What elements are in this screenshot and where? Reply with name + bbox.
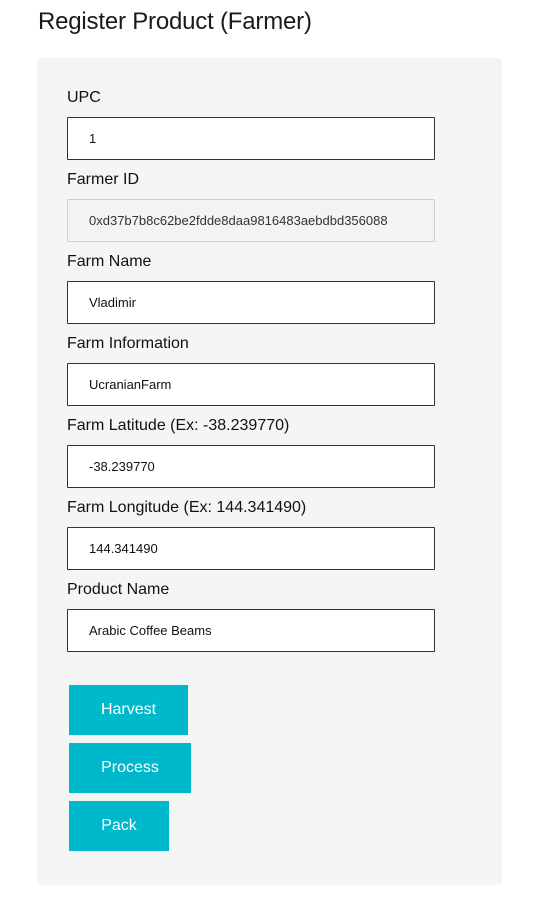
upc-label: UPC bbox=[67, 89, 101, 106]
farmer-id-label: Farmer ID bbox=[67, 171, 139, 188]
farm-information-label: Farm Information bbox=[67, 335, 189, 352]
farm-latitude-input[interactable] bbox=[67, 445, 435, 488]
farm-name-input[interactable] bbox=[67, 281, 435, 324]
upc-input[interactable] bbox=[67, 117, 435, 160]
farm-information-input[interactable] bbox=[67, 363, 435, 406]
product-name-input[interactable] bbox=[67, 609, 435, 652]
farmer-id-input[interactable] bbox=[67, 199, 435, 242]
page-title: Register Product (Farmer) bbox=[38, 8, 312, 35]
pack-button[interactable]: Pack bbox=[69, 801, 169, 851]
harvest-button[interactable]: Harvest bbox=[69, 685, 188, 735]
product-name-label: Product Name bbox=[67, 581, 170, 598]
farm-longitude-input[interactable] bbox=[67, 527, 435, 570]
farm-latitude-label: Farm Latitude (Ex: -38.239770) bbox=[67, 417, 290, 434]
farm-name-label: Farm Name bbox=[67, 253, 152, 270]
farm-longitude-label: Farm Longitude (Ex: 144.341490) bbox=[67, 499, 307, 516]
process-button[interactable]: Process bbox=[69, 743, 191, 793]
